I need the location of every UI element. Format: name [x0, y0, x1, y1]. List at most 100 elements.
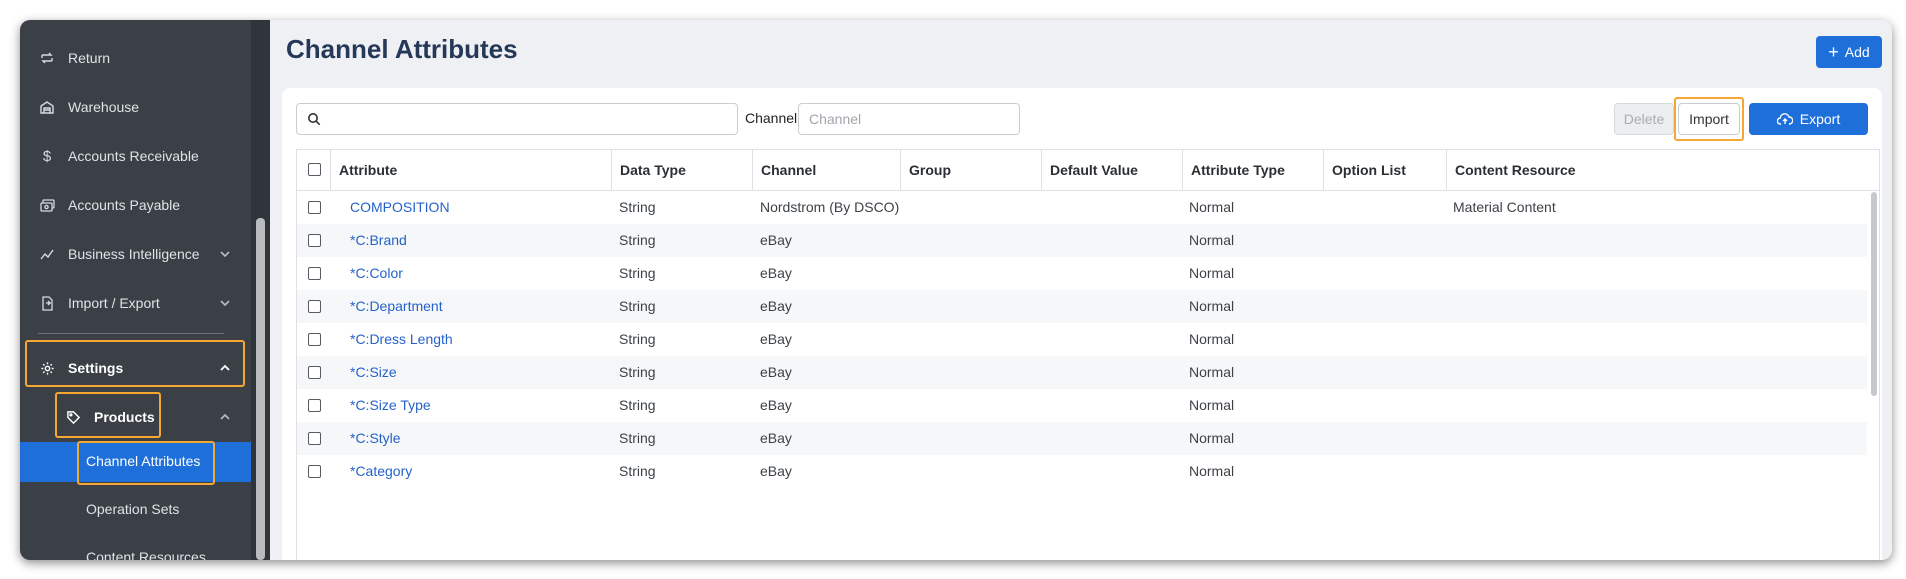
row-checkbox[interactable] — [308, 465, 321, 478]
cell-attribute[interactable]: *C:Department — [350, 290, 443, 323]
cell-data-type: String — [619, 430, 656, 446]
row-checkbox[interactable] — [308, 267, 321, 280]
cell-data-type: String — [619, 232, 656, 248]
cell-attribute[interactable]: *C:Size Type — [350, 389, 431, 422]
row-checkbox[interactable] — [308, 432, 321, 445]
cell-attribute[interactable]: *C:Color — [350, 257, 403, 290]
column-header-group[interactable]: Group — [900, 150, 1041, 190]
chevron-down-icon[interactable] — [217, 295, 233, 311]
table-row[interactable]: *C:Color String eBay Normal — [297, 257, 1867, 290]
cell-data-type: String — [619, 397, 656, 413]
cell-attribute-type: Normal — [1189, 232, 1235, 248]
column-header-channel[interactable]: Channel — [752, 150, 900, 190]
delete-button[interactable]: Delete — [1614, 103, 1674, 135]
cell-data-type: String — [619, 364, 656, 380]
sidebar-item-import-export[interactable]: Import / Export — [20, 279, 251, 327]
sidebar-item-label: Accounts Receivable — [68, 148, 199, 164]
sidebar-item-label: Business Intelligence — [68, 246, 200, 262]
plus-icon: + — [1828, 42, 1839, 62]
cell-attribute-type: Normal — [1189, 199, 1235, 215]
table-row[interactable]: *C:Size String eBay Normal — [297, 356, 1867, 389]
cell-data-type: String — [619, 463, 656, 479]
channel-label: Channel — [745, 110, 798, 126]
attributes-card: Channel Delete Import Export Attribute D… — [282, 88, 1882, 560]
cell-channel: eBay — [760, 397, 792, 413]
chart-line-icon — [38, 245, 56, 263]
search-icon — [308, 113, 321, 126]
column-header-data-type[interactable]: Data Type — [611, 150, 752, 190]
table-row[interactable]: *C:Size Type String eBay Normal — [297, 389, 1867, 422]
cell-channel: eBay — [760, 232, 792, 248]
products-highlight — [55, 392, 161, 438]
app-window: Return Warehouse $ Accounts Receivable A… — [20, 20, 1892, 560]
warehouse-icon — [38, 98, 56, 116]
add-button[interactable]: + Add — [1816, 36, 1882, 68]
channel-attributes-highlight — [77, 441, 215, 485]
cell-attribute[interactable]: *C:Dress Length — [350, 323, 453, 356]
row-checkbox[interactable] — [308, 234, 321, 247]
cell-data-type: String — [619, 331, 656, 347]
chevron-up-icon[interactable] — [217, 409, 233, 425]
cloud-upload-icon — [1776, 113, 1793, 125]
cell-attribute-type: Normal — [1189, 364, 1235, 380]
cell-attribute-type: Normal — [1189, 298, 1235, 314]
cell-attribute-type: Normal — [1189, 430, 1235, 446]
cell-attribute[interactable]: *C:Style — [350, 422, 401, 455]
column-header-attribute[interactable]: Attribute — [330, 150, 611, 190]
row-checkbox[interactable] — [308, 333, 321, 346]
table-scrollbar[interactable] — [1871, 192, 1877, 396]
export-button[interactable]: Export — [1749, 103, 1868, 135]
cell-attribute[interactable]: *C:Size — [350, 356, 397, 389]
search-box — [296, 103, 738, 135]
import-highlight — [1674, 97, 1744, 141]
sidebar-item-label: Accounts Payable — [68, 197, 181, 213]
sidebar-item-content-resources[interactable]: Content Resources — [86, 549, 206, 560]
main-content: Channel Attributes + Add Channel Delete … — [270, 20, 1892, 560]
sidebar-item-accounts-payable[interactable]: Accounts Payable — [20, 181, 251, 229]
column-header-attribute-type[interactable]: Attribute Type — [1182, 150, 1323, 190]
sidebar-item-warehouse[interactable]: Warehouse — [20, 83, 251, 131]
cell-data-type: String — [619, 298, 656, 314]
cell-attribute-type: Normal — [1189, 463, 1235, 479]
import-export-icon — [38, 294, 56, 312]
sidebar-item-accounts-receivable[interactable]: $ Accounts Receivable — [20, 132, 251, 180]
sidebar-item-label: Warehouse — [68, 99, 140, 115]
table-row[interactable]: COMPOSITION String Nordstrom (By DSCO) Norm… — [297, 191, 1867, 224]
cell-attribute[interactable]: COMPOSITION — [350, 191, 450, 224]
row-checkbox[interactable] — [308, 399, 321, 412]
select-all-checkbox[interactable] — [308, 163, 321, 176]
sidebar-item-label: Return — [68, 50, 111, 66]
cell-data-type: String — [619, 265, 656, 281]
search-input[interactable] — [327, 110, 731, 130]
cell-channel: eBay — [760, 364, 792, 380]
sidebar-scrollbar-thumb[interactable] — [256, 218, 265, 560]
cell-channel: eBay — [760, 463, 792, 479]
column-header-option-list[interactable]: Option List — [1323, 150, 1446, 190]
cell-attribute-type: Normal — [1189, 397, 1235, 413]
cell-attribute[interactable]: *C:Brand — [350, 224, 407, 257]
return-icon — [38, 49, 56, 67]
column-header-content-resource[interactable]: Content Resource — [1446, 150, 1879, 190]
chevron-down-icon[interactable] — [217, 246, 233, 262]
table-header: Attribute Data Type Channel Group Defaul… — [297, 150, 1879, 191]
table-row[interactable]: *C:Dress Length String eBay Normal — [297, 323, 1867, 356]
cell-attribute[interactable]: *Category — [350, 455, 412, 488]
dollar-icon: $ — [42, 147, 52, 165]
table-row[interactable]: *C:Department String eBay Normal — [297, 290, 1867, 323]
sidebar-item-return[interactable]: Return — [20, 34, 251, 82]
money-icon — [38, 196, 56, 214]
row-checkbox[interactable] — [308, 201, 321, 214]
cell-content-resource: Material Content — [1453, 199, 1556, 215]
sidebar-divider — [38, 333, 224, 334]
sidebar-item-business-intelligence[interactable]: Business Intelligence — [20, 230, 251, 278]
table-row[interactable]: *C:Brand String eBay Normal — [297, 224, 1867, 257]
table-row[interactable]: *C:Style String eBay Normal — [297, 422, 1867, 455]
column-header-default-value[interactable]: Default Value — [1041, 150, 1182, 190]
channel-input[interactable] — [798, 103, 1020, 135]
row-checkbox[interactable] — [308, 300, 321, 313]
row-checkbox[interactable] — [308, 366, 321, 379]
sidebar-item-operation-sets[interactable]: Operation Sets — [86, 501, 179, 517]
sidebar-item-label: Import / Export — [68, 295, 160, 311]
page-title: Channel Attributes — [286, 34, 518, 64]
table-row[interactable]: *Category String eBay Normal — [297, 455, 1867, 488]
